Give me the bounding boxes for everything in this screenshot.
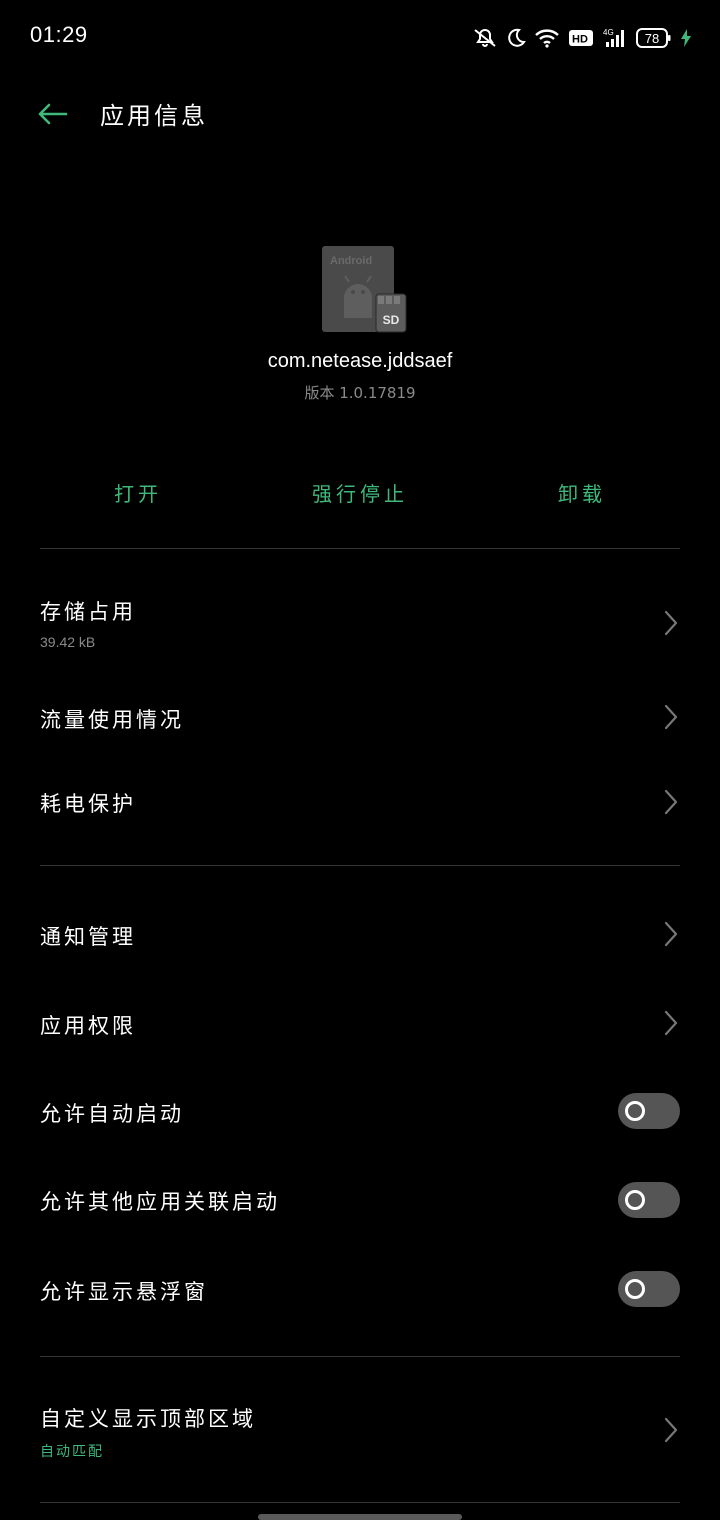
- charging-icon: [680, 28, 692, 48]
- back-button[interactable]: [34, 96, 70, 132]
- storage-row[interactable]: 存储占用 39.42 kB: [40, 596, 680, 650]
- back-arrow-icon: [38, 103, 68, 125]
- chevron-right-icon: [664, 921, 678, 947]
- associated-start-toggle[interactable]: [618, 1182, 680, 1218]
- status-icons: HD 4G 78: [472, 24, 692, 52]
- traffic-usage-title: 流量使用情况: [40, 708, 184, 732]
- divider: [40, 1356, 680, 1357]
- chevron-right-icon: [664, 789, 678, 815]
- toggle-knob: [625, 1190, 645, 1210]
- wifi-icon: [534, 28, 560, 48]
- divider: [40, 1502, 680, 1503]
- home-indicator[interactable]: [258, 1514, 462, 1520]
- package-name: com.netease.jddsaef: [267, 350, 453, 372]
- notification-management-row[interactable]: 通知管理: [40, 921, 680, 951]
- app-permissions-title: 应用权限: [40, 1014, 136, 1038]
- battery-protection-row[interactable]: 耗电保护: [40, 788, 680, 818]
- status-time: 01:29: [30, 22, 88, 47]
- mute-icon: [472, 27, 498, 49]
- custom-top-area-title: 自定义显示顶部区域: [40, 1407, 256, 1431]
- sd-badge: SD: [383, 313, 400, 327]
- app-permissions-row[interactable]: 应用权限: [40, 1010, 680, 1040]
- storage-value: 39.42 kB: [40, 634, 96, 650]
- battery-level: 78: [645, 31, 659, 46]
- chevron-right-icon: [664, 1010, 678, 1036]
- custom-top-area-row[interactable]: 自定义显示顶部区域 自动匹配: [40, 1403, 680, 1461]
- divider: [40, 865, 680, 866]
- app-icon: Android SD: [322, 246, 408, 334]
- uninstall-button[interactable]: 卸载: [522, 478, 642, 507]
- chevron-right-icon: [664, 704, 678, 730]
- version-text: 版本 1.0.17819: [304, 384, 416, 402]
- floating-window-row: 允许显示悬浮窗: [40, 1276, 600, 1306]
- chevron-right-icon: [664, 1417, 678, 1443]
- moon-icon: [506, 28, 526, 48]
- divider: [40, 548, 680, 549]
- auto-start-toggle[interactable]: [618, 1093, 680, 1129]
- app-icon-label: Android: [330, 255, 372, 267]
- chevron-right-icon: [664, 610, 678, 636]
- custom-top-area-value: 自动匹配: [40, 1444, 104, 1460]
- floating-window-toggle[interactable]: [618, 1271, 680, 1307]
- network-type: 4G: [603, 28, 614, 37]
- floating-window-title: 允许显示悬浮窗: [40, 1280, 208, 1304]
- hd-badge-text: HD: [572, 34, 588, 46]
- associated-start-title: 允许其他应用关联启动: [40, 1190, 280, 1214]
- hd-icon: HD: [568, 28, 594, 48]
- toggle-knob: [625, 1101, 645, 1121]
- force-stop-button[interactable]: 强行停止: [280, 478, 440, 507]
- battery-icon: 78: [636, 27, 672, 49]
- notification-management-title: 通知管理: [40, 925, 136, 949]
- battery-protection-title: 耗电保护: [40, 792, 136, 816]
- auto-start-row: 允许自动启动: [40, 1098, 600, 1128]
- associated-start-row: 允许其他应用关联启动: [40, 1186, 600, 1216]
- page-title: 应用信息: [100, 102, 208, 130]
- auto-start-title: 允许自动启动: [40, 1102, 184, 1126]
- storage-title: 存储占用: [40, 600, 136, 624]
- toggle-knob: [625, 1279, 645, 1299]
- signal-icon: 4G: [602, 27, 628, 49]
- traffic-usage-row[interactable]: 流量使用情况: [40, 704, 680, 734]
- open-button[interactable]: 打开: [78, 478, 198, 507]
